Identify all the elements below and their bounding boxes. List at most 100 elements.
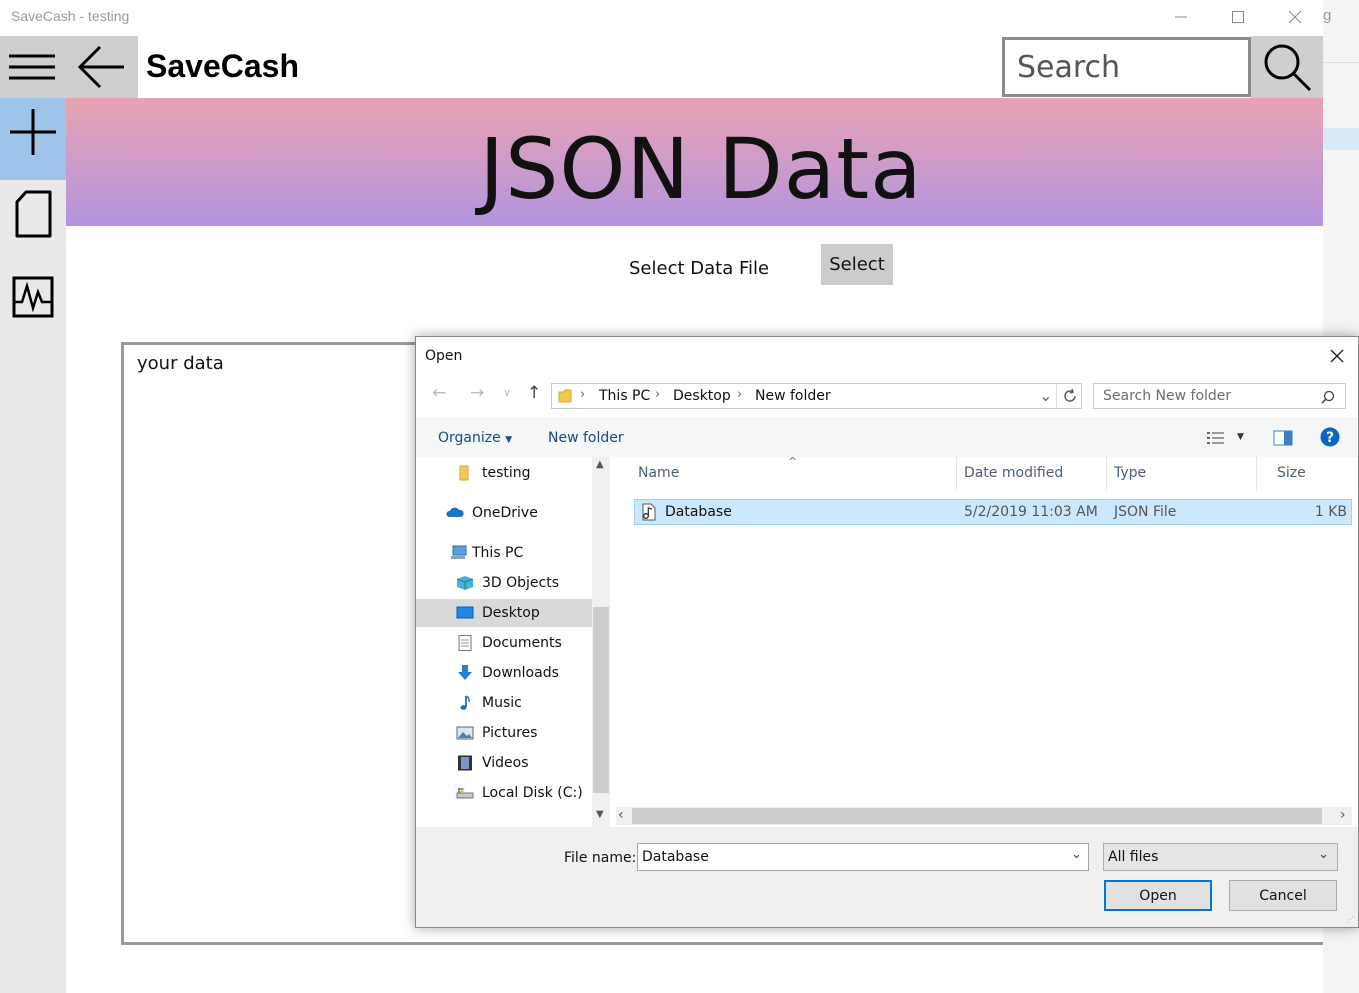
nav-item-label: Documents (482, 635, 562, 651)
app-search-box[interactable] (1002, 37, 1251, 97)
background-selection (1323, 128, 1359, 150)
picture-icon (456, 726, 474, 740)
dialog-close-button[interactable] (1324, 343, 1350, 369)
nav-item-documents[interactable]: Documents (416, 629, 592, 657)
hamburger-menu-button[interactable] (0, 36, 66, 98)
address-bar[interactable]: › This PC › Desktop › New folder ⌄ (551, 383, 1082, 409)
nav-item-label: testing (482, 465, 531, 481)
new-folder-button[interactable]: New folder (548, 430, 624, 446)
scroll-up-icon[interactable]: ▲ (596, 459, 604, 470)
minimize-icon (1174, 16, 1187, 18)
maximize-icon (1231, 11, 1244, 23)
page-title: JSON Data (479, 120, 923, 218)
file-date: 5/2/2019 11:03 AM (964, 504, 1098, 520)
add-button[interactable] (0, 98, 66, 180)
nav-item-label: OneDrive (472, 505, 538, 521)
column-type-header[interactable]: Type (1114, 465, 1146, 481)
nav-item-local-disk[interactable]: Local Disk (C:) (416, 779, 592, 807)
dialog-title: Open (425, 348, 463, 364)
search-icon (1321, 390, 1335, 404)
breadcrumb-separator: › (737, 387, 743, 402)
back-arrow-icon (77, 45, 124, 89)
breadcrumb-this-pc[interactable]: This PC (599, 388, 650, 404)
nav-item-onedrive[interactable]: OneDrive (416, 499, 592, 527)
hscroll-thumb[interactable] (632, 808, 1322, 824)
chevron-down-icon[interactable]: ⌄ (1071, 847, 1082, 862)
nav-item-desktop[interactable]: Desktop (416, 599, 592, 627)
nav-item-label: Music (482, 695, 522, 711)
help-icon[interactable]: ? (1320, 427, 1340, 447)
chevron-down-icon: ▼ (505, 435, 513, 445)
nav-item-downloads[interactable]: Downloads (416, 659, 592, 687)
nav-item-pictures[interactable]: Pictures (416, 719, 592, 747)
address-dropdown-button[interactable]: ⌄ (1039, 386, 1052, 405)
nav-pane-scrollbar[interactable]: ▲ ▼ (592, 457, 610, 827)
refresh-icon[interactable] (1062, 388, 1078, 404)
nav-item-videos[interactable]: Videos (416, 749, 592, 777)
file-size: 1 KB (1314, 504, 1347, 520)
download-icon (458, 665, 472, 680)
open-button[interactable]: Open (1104, 880, 1212, 911)
recent-locations-button[interactable]: ∨ (503, 386, 511, 399)
file-name-field[interactable]: ⌄ (637, 843, 1089, 871)
chart-nav-button[interactable] (0, 262, 66, 344)
nav-item-label: Videos (482, 755, 529, 771)
nav-forward-button[interactable]: → (470, 383, 484, 403)
app-search-input[interactable] (1005, 40, 1248, 94)
organize-label: Organize (438, 430, 501, 446)
column-name-header[interactable]: Name (638, 465, 679, 481)
video-icon (458, 755, 472, 771)
close-icon (1330, 349, 1344, 363)
hero-banner: JSON Data (66, 98, 1323, 226)
organize-menu[interactable]: Organize ▼ (438, 430, 512, 446)
nav-item-label: Desktop (482, 605, 540, 621)
nav-item-label: 3D Objects (482, 575, 560, 591)
svg-text:?: ? (1326, 430, 1334, 446)
resize-grip-icon[interactable]: ⋰ (1346, 915, 1354, 924)
scroll-down-icon[interactable]: ▼ (596, 809, 604, 820)
maximize-button[interactable] (1209, 0, 1266, 34)
breadcrumb-desktop[interactable]: Desktop (673, 388, 731, 404)
dialog-search-input[interactable] (1094, 384, 1314, 408)
file-name: Database (665, 504, 732, 520)
nav-back-button[interactable]: ← (432, 383, 446, 403)
file-name-input[interactable] (638, 844, 1058, 870)
back-button[interactable] (66, 36, 138, 98)
column-separator (1256, 457, 1257, 491)
preview-pane-icon[interactable] (1273, 430, 1293, 446)
close-window-button[interactable] (1266, 0, 1323, 34)
file-list-pane: ^ Name Date modified Type Size Database … (610, 457, 1358, 827)
dialog-search-box[interactable] (1093, 383, 1346, 409)
nav-up-button[interactable]: ↑ (527, 383, 541, 403)
view-dropdown-icon[interactable]: ▼ (1237, 432, 1244, 442)
nav-item-music[interactable]: Music (416, 689, 592, 717)
cancel-button[interactable]: Cancel (1229, 880, 1337, 911)
view-options-icon[interactable] (1206, 430, 1226, 446)
nav-item-testing[interactable]: testing (416, 459, 592, 487)
json-file-icon (642, 503, 656, 521)
background-divider (1323, 62, 1359, 63)
minimize-button[interactable] (1152, 0, 1209, 34)
scroll-left-icon[interactable]: ‹ (618, 807, 624, 823)
file-type-filter[interactable]: All files ⌄ (1103, 843, 1338, 871)
app-bar: SaveCash (0, 36, 1323, 98)
file-list-hscrollbar[interactable]: ‹ › (616, 807, 1352, 825)
column-size-header[interactable]: Size (1277, 465, 1306, 481)
file-row[interactable]: Database 5/2/2019 11:03 AM JSON File 1 K… (634, 499, 1352, 525)
breadcrumb-new-folder[interactable]: New folder (755, 388, 831, 404)
desktop-icon (456, 606, 474, 619)
dialog-navigation-row: ← → ∨ ↑ › This PC › Desktop › New folder… (416, 375, 1358, 417)
nav-item-label: Downloads (482, 665, 559, 681)
nav-item-this-pc[interactable]: This PC (416, 539, 592, 567)
nav-item-3d-objects[interactable]: 3D Objects (416, 569, 592, 597)
data-placeholder: your data (137, 353, 224, 374)
breadcrumb-separator: › (580, 387, 586, 402)
column-date-header[interactable]: Date modified (964, 465, 1063, 481)
select-file-button[interactable]: Select (821, 244, 893, 285)
page-nav-button[interactable] (0, 180, 66, 262)
scroll-right-icon[interactable]: › (1340, 807, 1346, 823)
file-type-filter-value: All files (1108, 849, 1159, 865)
nav-scroll-thumb[interactable] (593, 607, 609, 793)
app-search-button[interactable] (1251, 36, 1323, 98)
nav-item-label: Pictures (482, 725, 538, 741)
